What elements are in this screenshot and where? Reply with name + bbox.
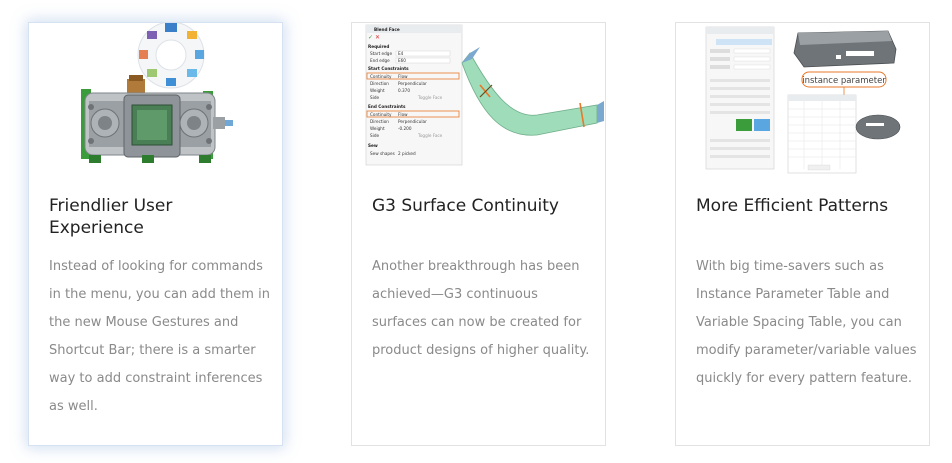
svg-text:Required: Required [368,44,389,49]
gearbox-model [81,75,233,163]
svg-text:Side: Side [370,133,379,138]
svg-text:Sew shapes: Sew shapes [370,151,395,156]
blend-face-panel: Blend Face ✓ ✕ Required Start edge E4 En… [365,24,463,166]
svg-text:Flow: Flow [398,112,408,117]
feature-card-friendlier-ux[interactable]: Friendlier User Experience Instead of lo… [28,22,283,446]
svg-text:Direction: Direction [370,81,389,86]
svg-text:E4: E4 [398,51,404,56]
svg-text:Weight: Weight [370,88,385,93]
svg-text:Perpendicular: Perpendicular [398,81,427,86]
svg-text:0.370: 0.370 [398,88,410,93]
instance-parameter-table [787,94,857,174]
card-title: G3 Surface Continuity [372,196,559,216]
card-title: Friendlier User Experience [49,196,173,238]
feature-card-g3-continuity[interactable]: Blend Face ✓ ✕ Required Start edge E4 En… [351,22,606,446]
svg-text:Sew: Sew [368,143,378,148]
gearbox-illustration [81,23,233,163]
svg-text:Continuity: Continuity [370,112,392,117]
card-title: More Efficient Patterns [696,196,889,216]
svg-text:Blend Face: Blend Face [374,27,400,32]
blend-face-image: Blend Face ✓ ✕ Required Start edge E4 En… [352,23,605,175]
svg-text:Perpendicular: Perpendicular [398,119,427,124]
svg-text:Flow: Flow [398,74,408,79]
card-description: With big time-savers such as Instance Pa… [696,259,917,386]
gearbox-gesture-image [29,23,282,175]
device-model [793,30,897,68]
feature-card-efficient-patterns[interactable]: instance parameter More Efficient Patter… [675,22,930,446]
gesture-wheel-icon [137,23,205,89]
pattern-illustration: instance parameter [705,26,901,174]
svg-text:Start Constraints: Start Constraints [368,66,409,71]
pattern-table-image: instance parameter [676,23,929,175]
svg-text:End Constraints: End Constraints [368,104,406,109]
card-description: Instead of looking for commands in the m… [49,259,270,414]
card-description: Another breakthrough has been achieved—G… [372,259,590,358]
svg-text:Direction: Direction [370,119,389,124]
pattern-panel [705,26,775,170]
svg-text:Start edge: Start edge [370,51,392,56]
check-icon: ✓ [368,34,373,41]
svg-text:Continuity: Continuity [370,74,392,79]
close-icon: ✕ [375,34,380,41]
g3-surface-model [461,47,604,136]
svg-text:Toggle Face: Toggle Face [417,95,443,100]
instance-parameter-callout: instance parameter [801,71,887,95]
blend-face-illustration: Blend Face ✓ ✕ Required Start edge E4 En… [365,24,604,166]
svg-text:E60: E60 [398,58,406,63]
svg-text:Weight: Weight [370,126,385,131]
svg-text:2 picked: 2 picked [398,151,416,156]
svg-text:Side: Side [370,95,379,100]
svg-text:instance parameter: instance parameter [802,76,886,86]
svg-text:End edge: End edge [370,58,390,63]
svg-text:-0.200: -0.200 [398,126,412,131]
small-part-model [855,114,901,140]
svg-text:Toggle Face: Toggle Face [417,133,443,138]
